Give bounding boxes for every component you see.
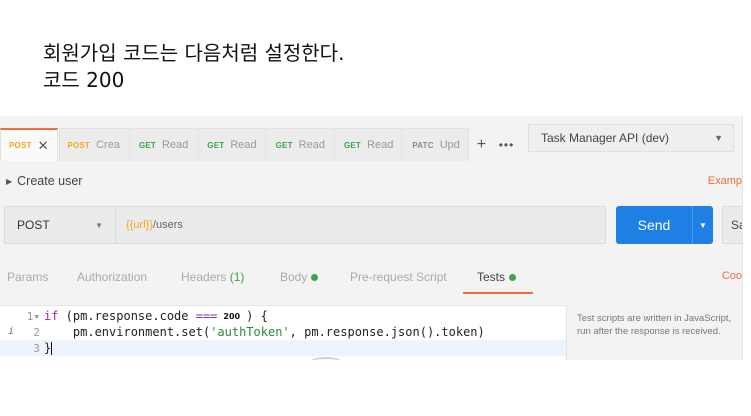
method-value: POST bbox=[17, 218, 50, 232]
url-path: /users bbox=[152, 219, 183, 231]
request-subtabs: Params Authorization Headers (1) Body Pr… bbox=[0, 262, 742, 292]
url-variable: {{url}} bbox=[126, 219, 153, 231]
tab-method: GET bbox=[343, 140, 362, 150]
code-operator: === bbox=[195, 309, 218, 323]
status-dot-icon bbox=[509, 274, 517, 281]
tab-params[interactable]: Params bbox=[7, 270, 48, 284]
code-keyword: if bbox=[44, 309, 59, 323]
request-tab[interactable]: PATC Upd bbox=[403, 128, 469, 161]
expand-triangle-icon: ▶ bbox=[6, 176, 13, 186]
tab-method: GET bbox=[138, 140, 156, 150]
code-line-2: i2 pm.environment.set('authToken', pm.re… bbox=[0, 324, 566, 340]
chevron-down-icon: ▼ bbox=[95, 220, 103, 230]
tab-name: Crea bbox=[96, 139, 120, 151]
close-icon[interactable]: ✕ bbox=[38, 138, 49, 154]
code-text: (pm.response.code bbox=[58, 309, 196, 323]
tab-method: POST bbox=[67, 140, 91, 150]
request-name: Create user bbox=[17, 174, 83, 188]
slide-caption: 회원가입 코드는 다음처럼 설정한다. 코드 200 bbox=[43, 40, 344, 94]
tab-method: GET bbox=[207, 140, 225, 150]
send-button[interactable]: Send bbox=[616, 206, 692, 244]
add-tab-icon[interactable]: + bbox=[470, 128, 493, 161]
line-number: 3 bbox=[33, 341, 40, 355]
examples-link[interactable]: Examp bbox=[708, 175, 742, 187]
request-tab[interactable]: POST Crea bbox=[58, 128, 129, 161]
send-options-chevron-icon[interactable]: ▼ bbox=[692, 206, 713, 244]
code-string: 'authToken' bbox=[210, 325, 290, 339]
cookies-link[interactable]: Coo bbox=[722, 270, 742, 282]
tab-method: GET bbox=[275, 140, 293, 150]
active-tab-indicator bbox=[463, 292, 533, 294]
request-tab[interactable]: GET Read bbox=[198, 128, 266, 161]
request-tab[interactable]: GET Read bbox=[129, 128, 198, 161]
code-line-1: 1▾ if (pm.response.code === 200) { bbox=[0, 308, 566, 324]
tab-method: POST bbox=[9, 141, 32, 150]
tab-method: PATC bbox=[412, 140, 434, 150]
tab-headers-label: Headers bbox=[181, 270, 227, 284]
request-tab-active[interactable]: POST ✕ bbox=[0, 128, 58, 161]
line-number: i2 bbox=[8, 325, 40, 339]
environment-label: Task Manager API (dev) bbox=[541, 131, 670, 145]
editor-divider bbox=[566, 305, 567, 360]
tab-name: Read bbox=[298, 139, 325, 151]
text-cursor bbox=[51, 341, 53, 355]
tab-name: Read bbox=[161, 139, 189, 151]
code-text: } bbox=[44, 341, 52, 355]
fold-icon[interactable]: ▾ bbox=[33, 310, 40, 323]
request-name-row[interactable]: ▶ Create user bbox=[0, 168, 742, 194]
line-number: 1▾ bbox=[26, 309, 40, 323]
status-dot-icon bbox=[311, 274, 319, 281]
tab-name: Read bbox=[230, 139, 257, 151]
code-text: , pm.response.json().token) bbox=[289, 325, 485, 339]
tab-body[interactable]: Body bbox=[280, 270, 319, 284]
request-tab[interactable]: GET Read bbox=[266, 128, 334, 161]
scroll-indicator bbox=[310, 357, 342, 360]
request-tab[interactable]: GET Read bbox=[334, 128, 403, 161]
method-select[interactable]: POST ▼ bbox=[4, 206, 116, 244]
code-text: ) { bbox=[246, 309, 268, 323]
environment-select[interactable]: Task Manager API (dev) ▼ bbox=[528, 124, 734, 152]
tab-tests-label: Tests bbox=[477, 270, 506, 284]
request-tab-bar: POST ✕ POST Crea GET Read GET Read GET R… bbox=[0, 128, 520, 161]
code-line-3: 3 } bbox=[0, 340, 566, 356]
caption-line-1: 회원가입 코드는 다음처럼 설정한다. bbox=[43, 41, 345, 65]
save-button[interactable]: Sa bbox=[722, 206, 742, 244]
caption-line-2: 코드 200 bbox=[43, 68, 125, 92]
tab-body-label: Body bbox=[280, 270, 308, 284]
code-text: pm.environment.set( bbox=[72, 325, 211, 339]
tab-headers[interactable]: Headers (1) bbox=[181, 270, 244, 284]
info-icon: i bbox=[8, 325, 15, 337]
tab-authorization[interactable]: Authorization bbox=[77, 270, 147, 284]
tab-prerequest-script[interactable]: Pre-request Script bbox=[350, 270, 447, 284]
headers-count: (1) bbox=[229, 270, 245, 284]
more-tabs-icon[interactable]: ••• bbox=[493, 128, 520, 161]
tab-name: Read bbox=[367, 139, 394, 151]
tab-tests[interactable]: Tests bbox=[477, 270, 517, 284]
chevron-down-icon: ▼ bbox=[714, 133, 723, 143]
tests-code-editor[interactable]: 1▾ if (pm.response.code === 200) { i2 pm.… bbox=[0, 305, 566, 360]
status-code-value: 200 bbox=[221, 311, 243, 321]
postman-screenshot: POST ✕ POST Crea GET Read GET Read GET R… bbox=[0, 116, 743, 360]
url-input[interactable]: {{url}}/users bbox=[116, 206, 606, 244]
tab-name: Upd bbox=[439, 139, 460, 151]
tests-help-text: Test scripts are written in JavaScript, … bbox=[577, 313, 732, 337]
